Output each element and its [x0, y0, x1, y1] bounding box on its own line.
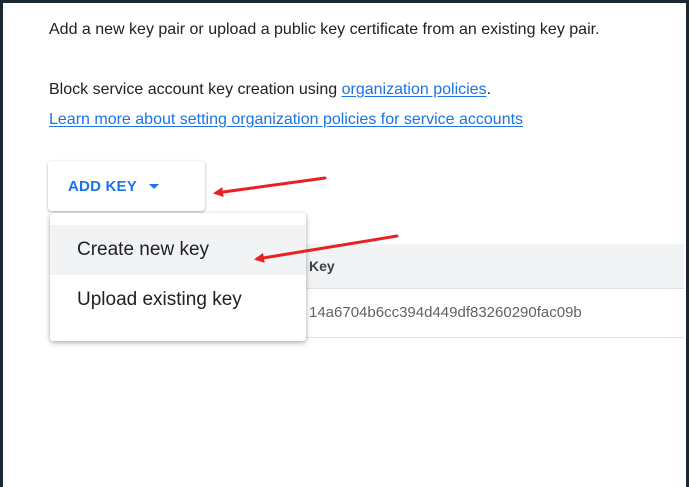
policy-text: Block service account key creation using…	[49, 80, 491, 100]
policy-prefix: Block service account key creation using	[49, 81, 342, 98]
policy-suffix: .	[486, 81, 492, 98]
intro-text: Add a new key pair or upload a public ke…	[49, 21, 600, 38]
learn-more-link[interactable]: Learn more about setting organization po…	[49, 111, 523, 128]
add-key-dropdown-menu: Create new key Upload existing key	[50, 213, 306, 341]
table-row: 14a6704b6cc394d449df83260290fac09b	[293, 289, 684, 338]
organization-policies-link[interactable]: organization policies	[342, 81, 487, 98]
learn-more-line: Learn more about setting organization po…	[49, 110, 523, 130]
service-account-keys-panel: Add a new key pair or upload a public ke…	[3, 3, 684, 487]
keys-table-header: Key	[293, 244, 684, 289]
column-header-key: Key	[309, 258, 335, 274]
add-key-label: ADD KEY	[68, 177, 137, 195]
annotation-arrow-add-key	[213, 176, 327, 197]
add-key-button[interactable]: ADD KEY	[48, 161, 205, 211]
caret-down-icon	[148, 183, 159, 189]
key-id-cell: 14a6704b6cc394d449df83260290fac09b	[309, 304, 582, 321]
menu-item-upload-existing-key[interactable]: Upload existing key	[50, 275, 306, 325]
menu-item-create-new-key[interactable]: Create new key	[50, 225, 306, 275]
menu-item-label: Create new key	[77, 239, 210, 260]
menu-item-label: Upload existing key	[77, 289, 242, 310]
